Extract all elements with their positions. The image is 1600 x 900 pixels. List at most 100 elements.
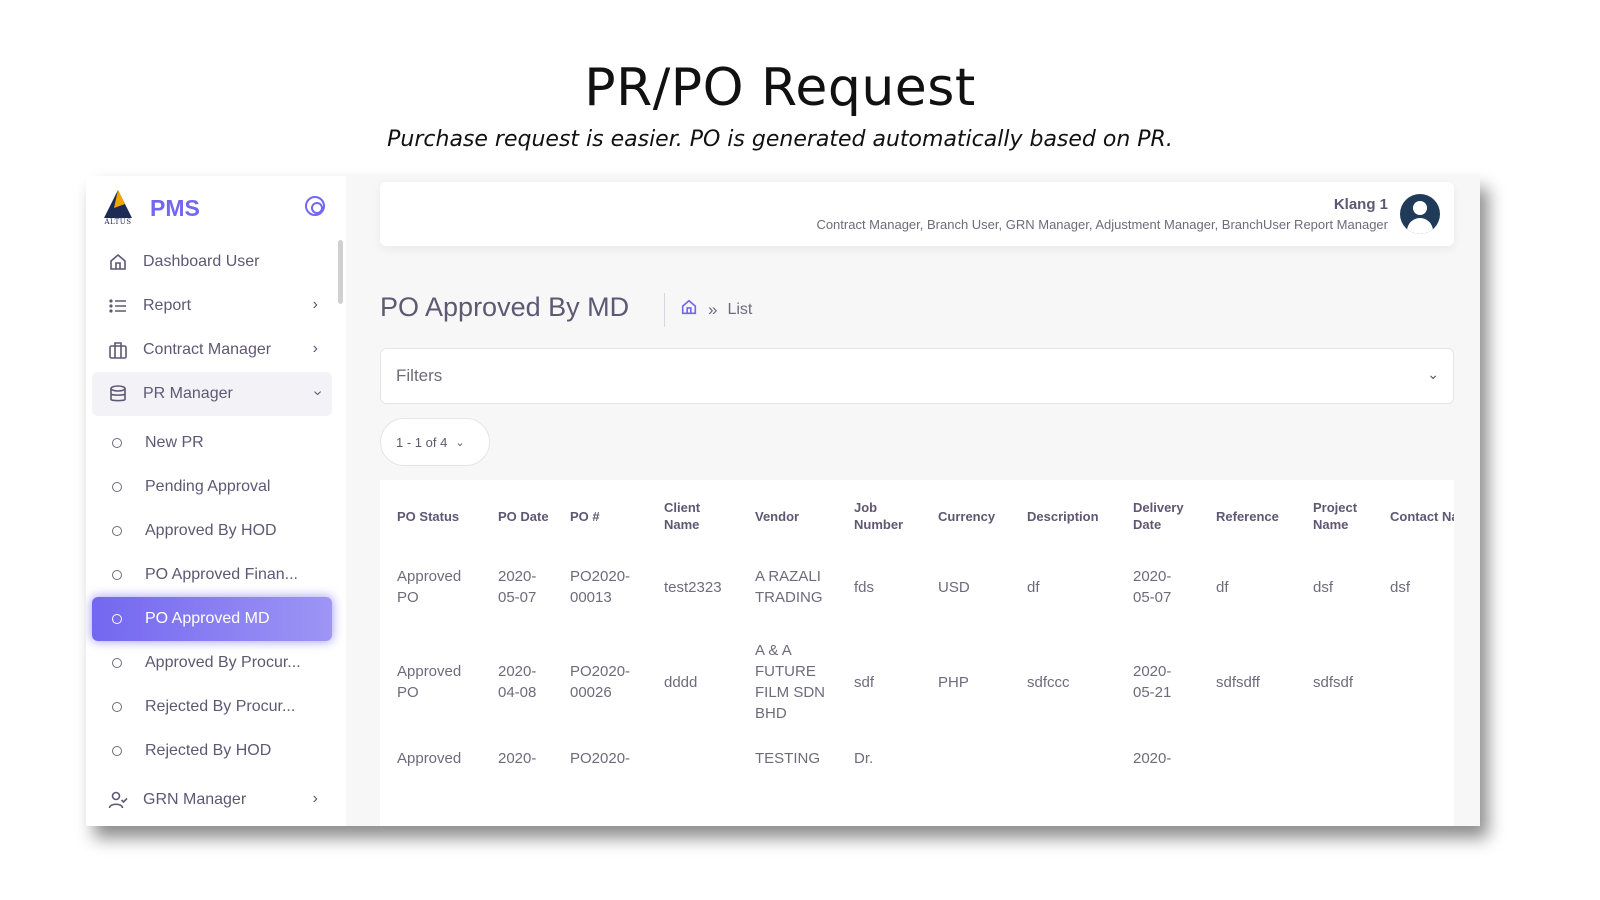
sidebar-subitem-label: Approved By Procur... <box>145 654 301 671</box>
table-cell: PO2020-00013 <box>570 568 631 606</box>
table-cell: Dr. <box>854 750 874 767</box>
sidebar-subitem-label: Pending Approval <box>145 478 271 495</box>
app-window: ALTUS PMS Dashboard User Report › Contra… <box>86 176 1480 826</box>
sidebar-item-contract-manager[interactable]: Contract Manager › <box>92 328 332 372</box>
column-header[interactable]: Reference <box>1199 480 1296 552</box>
circle-icon <box>112 614 122 624</box>
table-row[interactable]: Approved PO 2020-04-08 PO2020-00026 dddd… <box>380 622 1454 742</box>
table-cell: 2020- <box>498 750 537 767</box>
chevron-down-icon: › <box>309 390 327 396</box>
sidebar-subitem-po-approved-finance[interactable]: PO Approved Finan... <box>92 553 332 597</box>
sidebar-item-report[interactable]: Report › <box>92 284 332 328</box>
circle-icon <box>112 570 122 580</box>
sidebar-menu: Dashboard User Report › Contract Manager… <box>92 240 332 822</box>
table-cell <box>1373 622 1454 742</box>
sidebar-subitem-label: PO Approved Finan... <box>145 566 298 583</box>
table-cell: df <box>1027 578 1040 596</box>
po-table: PO Status PO Date PO # Client Name Vendo… <box>380 480 1454 826</box>
column-header[interactable]: Project Name <box>1296 480 1373 552</box>
column-header[interactable]: PO Status <box>380 480 481 552</box>
table-row[interactable]: Approved PO 2020-05-07 PO2020-00013 test… <box>380 552 1454 622</box>
home-icon[interactable] <box>680 298 698 321</box>
table-cell: 2020-05-07 <box>498 568 537 606</box>
table-cell: USD <box>938 578 970 596</box>
sidebar-subitem-label: Rejected By Procur... <box>145 698 296 715</box>
column-header[interactable]: Description <box>1010 480 1116 552</box>
table-header-row: PO Status PO Date PO # Client Name Vendo… <box>380 480 1454 552</box>
home-icon <box>108 252 128 272</box>
breadcrumb-separator: » <box>708 299 718 319</box>
sidebar-subitem-label: Rejected By HOD <box>145 742 272 759</box>
sidebar-subitem-label: PO Approved MD <box>145 610 270 627</box>
table-cell: Approved PO <box>397 663 462 701</box>
table-cell: 2020- <box>1133 750 1172 767</box>
sidebar-subitem-rejected-by-hod[interactable]: Rejected By HOD <box>92 729 332 773</box>
sidebar: ALTUS PMS Dashboard User Report › Contra… <box>86 176 346 826</box>
sidebar-item-label: GRN Manager <box>143 791 247 808</box>
table-cell: PO2020- <box>570 750 631 767</box>
sidebar-subitem-label: Approved By HOD <box>145 522 277 539</box>
circle-icon <box>112 658 122 668</box>
user-check-icon <box>108 790 128 810</box>
sidebar-item-grn-manager[interactable]: GRN Manager › <box>92 778 332 822</box>
sidebar-subitem-approved-by-hod[interactable]: Approved By HOD <box>92 509 332 553</box>
table-cell: 2020-05-07 <box>1133 568 1172 606</box>
chevron-down-icon: ⌄ <box>1427 366 1439 382</box>
table-cell: sdfsdf <box>1313 673 1354 691</box>
sidebar-subitem-rejected-by-procurement[interactable]: Rejected By Procur... <box>92 685 332 729</box>
breadcrumb-current: List <box>727 300 753 318</box>
table-cell: fds <box>854 578 875 596</box>
pagination-dropdown[interactable]: 1 - 1 of 4 ⌄ <box>380 418 490 466</box>
filters-label: Filters <box>396 366 443 385</box>
table-cell: A RAZALI TRADING <box>755 568 823 606</box>
column-header[interactable]: PO # <box>553 480 647 552</box>
table-cell: sdfccc <box>1027 673 1070 691</box>
sidebar-item-label: PR Manager <box>143 385 233 402</box>
table-cell: dddd <box>664 673 698 691</box>
table-cell <box>1296 742 1373 822</box>
column-header[interactable]: PO Date <box>481 480 553 552</box>
chevron-down-icon: ⌄ <box>455 436 465 449</box>
column-header[interactable]: Client Name <box>647 480 738 552</box>
chevron-right-icon: › <box>312 790 318 807</box>
sidebar-scrollbar[interactable] <box>338 240 343 304</box>
sidebar-toggle-icon[interactable] <box>305 196 325 216</box>
table-cell: sdf <box>854 673 875 691</box>
table-cell: test2323 <box>664 578 722 596</box>
sidebar-subitem-approved-by-procurement[interactable]: Approved By Procur... <box>92 641 332 685</box>
page-title: PO Approved By MD <box>380 292 630 322</box>
column-header[interactable]: Job Number <box>837 480 921 552</box>
table-cell: 2020-05-21 <box>1133 663 1172 701</box>
table-cell <box>921 742 1010 822</box>
table-cell: Approved <box>397 750 462 767</box>
column-header[interactable]: Contact Name <box>1373 480 1454 552</box>
table-cell: TESTING <box>755 750 821 767</box>
column-header[interactable]: Delivery Date <box>1116 480 1199 552</box>
sidebar-item-pr-manager[interactable]: PR Manager › <box>92 372 332 416</box>
sidebar-item-dashboard-user[interactable]: Dashboard User <box>92 240 332 284</box>
table-cell <box>1373 742 1454 822</box>
circle-icon <box>112 526 122 536</box>
column-header[interactable]: Vendor <box>738 480 837 552</box>
list-icon <box>108 296 128 316</box>
user-name[interactable]: Klang 1 <box>1334 196 1388 213</box>
table-cell: A & A FUTURE FILM SDN BHD <box>755 642 826 722</box>
database-icon <box>108 384 128 404</box>
table-cell <box>1199 742 1296 822</box>
table-row[interactable]: Approved 2020- PO2020- TESTING Dr. 2020- <box>380 742 1454 822</box>
chevron-right-icon: › <box>312 296 318 313</box>
sidebar-subitem-pending-approval[interactable]: Pending Approval <box>92 465 332 509</box>
circle-icon <box>112 438 122 448</box>
sidebar-item-label: Dashboard User <box>143 253 260 270</box>
sidebar-subitem-po-approved-md[interactable]: PO Approved MD <box>92 597 332 641</box>
circle-icon <box>112 702 122 712</box>
filters-panel[interactable]: Filters ⌄ <box>380 348 1454 404</box>
table-cell: PHP <box>938 673 969 691</box>
sidebar-subitem-new-pr[interactable]: New PR <box>92 421 332 465</box>
slide-subtitle: Purchase request is easier. PO is genera… <box>387 127 1173 152</box>
brand[interactable]: ALTUS PMS <box>100 188 200 228</box>
logo-text: ALTUS <box>104 218 132 226</box>
table-cell: PO2020-00026 <box>570 663 631 701</box>
column-header[interactable]: Currency <box>921 480 1010 552</box>
avatar[interactable] <box>1400 194 1440 234</box>
